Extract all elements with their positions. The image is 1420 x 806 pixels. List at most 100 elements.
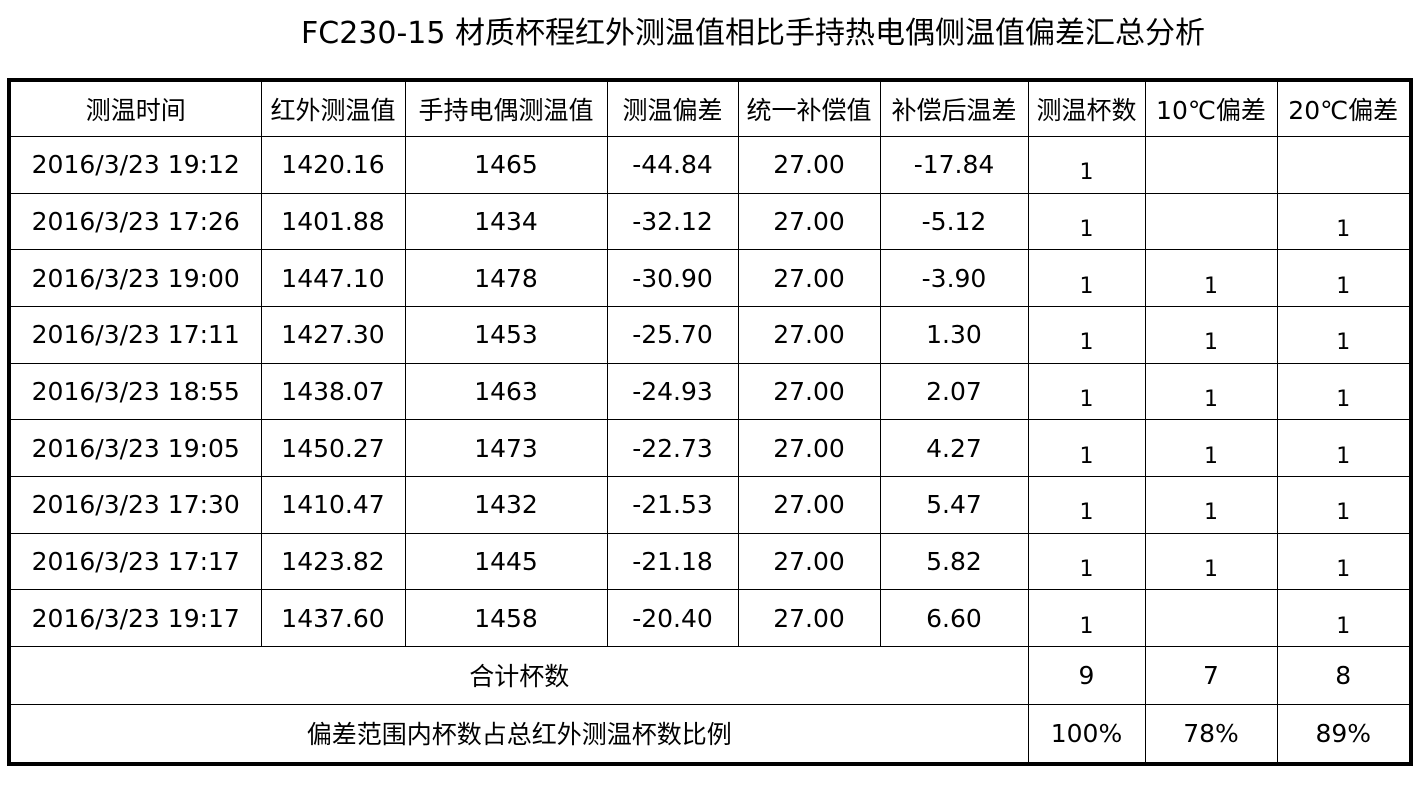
cup-count-cell-value: 1 — [1079, 443, 1094, 469]
header-cell: 测温时间 — [8, 79, 262, 138]
thermocouple-temp-cell: 1445 — [404, 532, 608, 591]
within-20c-cell: 1 — [1276, 249, 1412, 308]
compensated-diff-cell: -3.90 — [879, 249, 1029, 308]
deviation-cell: -21.18 — [606, 532, 739, 591]
within-20c-cell-value: 1 — [1336, 500, 1351, 526]
deviation-cell: -20.40 — [606, 589, 739, 648]
infrared-temp-cell: 1437.60 — [260, 589, 406, 648]
within-20c-cell-value: 1 — [1336, 557, 1351, 583]
infrared-temp-cell: 1423.82 — [260, 532, 406, 591]
thermocouple-temp-cell: 1465 — [404, 136, 608, 194]
within-10c-cell — [1144, 589, 1278, 648]
within-20c-cell: 1 — [1276, 192, 1412, 251]
table-row: 2016/3/23 19:12 1420.16 1465 -44.84 27.00 -17… — [8, 136, 1412, 194]
within-10c-cell: 1 — [1144, 419, 1278, 478]
cup-count-cell: 1 — [1027, 419, 1146, 478]
cup-count-cell: 1 — [1027, 249, 1146, 308]
compensated-diff-cell: 6.60 — [879, 589, 1029, 648]
deviation-cell: -30.90 — [606, 249, 739, 308]
thermocouple-temp-cell: 1453 — [404, 306, 608, 364]
measure-time-cell: 2016/3/23 19:12 — [8, 136, 262, 194]
ratio-20c: 89% — [1276, 703, 1412, 765]
header-cell: 补偿后温差 — [879, 79, 1029, 138]
total-cups: 9 — [1027, 646, 1146, 705]
measure-time-cell: 2016/3/23 19:17 — [8, 589, 262, 648]
within-10c-cell: 1 — [1144, 306, 1278, 364]
compensation-cell: 27.00 — [737, 419, 881, 478]
compensated-diff-cell: 4.27 — [879, 419, 1029, 478]
compensation-cell: 27.00 — [737, 136, 881, 194]
cup-count-cell-value: 1 — [1079, 557, 1094, 583]
measure-time-cell: 2016/3/23 19:05 — [8, 419, 262, 478]
measure-time-cell: 2016/3/23 17:17 — [8, 532, 262, 591]
compensated-diff-cell: 5.82 — [879, 532, 1029, 591]
within-20c-cell-value: 1 — [1336, 613, 1351, 639]
infrared-temp-cell: 1427.30 — [260, 306, 406, 364]
compensated-diff-cell: 1.30 — [879, 306, 1029, 364]
within-10c-cell: 1 — [1144, 532, 1278, 591]
infrared-temp-cell: 1447.10 — [260, 249, 406, 308]
compensation-cell: 27.00 — [737, 192, 881, 251]
within-20c-cell — [1276, 136, 1412, 194]
compensation-cell: 27.00 — [737, 249, 881, 308]
thermocouple-temp-cell: 1463 — [404, 362, 608, 421]
deviation-cell: -22.73 — [606, 419, 739, 478]
compensation-cell: 27.00 — [737, 362, 881, 421]
deviation-cell: -25.70 — [606, 306, 739, 364]
ratio-10c: 78% — [1144, 703, 1278, 765]
cup-count-cell-value: 1 — [1079, 273, 1094, 299]
within-20c-cell: 1 — [1276, 589, 1412, 648]
cup-count-cell-value: 1 — [1079, 500, 1094, 526]
header-row: 测温时间 红外测温值 手持电偶测温值 测温偏差 统一补偿值 补偿后温差 测温杯数… — [8, 79, 1412, 138]
total-10c: 7 — [1144, 646, 1278, 705]
total-label: 合计杯数 — [8, 646, 1029, 705]
compensation-cell: 27.00 — [737, 589, 881, 648]
deviation-cell: -24.93 — [606, 362, 739, 421]
thermocouple-temp-cell: 1432 — [404, 476, 608, 534]
within-10c-cell: 1 — [1144, 362, 1278, 421]
table-row: 2016/3/23 19:17 1437.60 1458 -20.40 27.00 6.6… — [8, 589, 1412, 648]
header-cell: 20℃偏差 — [1276, 79, 1412, 138]
total-row: 合计杯数 9 7 8 — [8, 646, 1412, 705]
within-10c-cell-value: 1 — [1204, 443, 1218, 469]
cup-count-cell: 1 — [1027, 136, 1146, 194]
header-cell: 测温杯数 — [1027, 79, 1146, 138]
header-cell: 测温偏差 — [606, 79, 739, 138]
within-10c-cell-value: 1 — [1204, 387, 1218, 413]
ratio-row: 偏差范围内杯数占总红外测温杯数比例 100% 78% 89% — [8, 703, 1412, 765]
cup-count-cell-value: 1 — [1079, 387, 1094, 413]
cup-count-cell-value: 1 — [1079, 217, 1094, 243]
infrared-temp-cell: 1420.16 — [260, 136, 406, 194]
thermocouple-temp-cell: 1434 — [404, 192, 608, 251]
within-20c-cell: 1 — [1276, 362, 1412, 421]
within-20c-cell: 1 — [1276, 306, 1412, 364]
table-row: 2016/3/23 17:26 1401.88 1434 -32.12 27.00 -5.… — [8, 192, 1412, 251]
within-10c-cell — [1144, 136, 1278, 194]
measure-time-cell: 2016/3/23 19:00 — [8, 249, 262, 308]
header-cell: 手持电偶测温值 — [404, 79, 608, 138]
within-20c-cell: 1 — [1276, 532, 1412, 591]
infrared-temp-cell: 1450.27 — [260, 419, 406, 478]
measure-time-cell: 2016/3/23 18:55 — [8, 362, 262, 421]
thermocouple-temp-cell: 1478 — [404, 249, 608, 308]
infrared-temp-cell: 1401.88 — [260, 192, 406, 251]
within-20c-cell-value: 1 — [1336, 273, 1351, 299]
compensation-cell: 27.00 — [737, 532, 881, 591]
deviation-cell: -44.84 — [606, 136, 739, 194]
within-20c-cell-value: 1 — [1336, 330, 1351, 356]
table-row: 2016/3/23 19:05 1450.27 1473 -22.73 27.00 4.2… — [8, 419, 1412, 478]
within-20c-cell: 1 — [1276, 419, 1412, 478]
header-cell: 统一补偿值 — [737, 79, 881, 138]
measure-time-cell: 2016/3/23 17:30 — [8, 476, 262, 534]
within-20c-cell: 1 — [1276, 476, 1412, 534]
compensated-diff-cell: -5.12 — [879, 192, 1029, 251]
infrared-temp-cell: 1410.47 — [260, 476, 406, 534]
page-title: FC230-15 材质杯程红外测温值相比手持热电偶侧温值偏差汇总分析 — [301, 16, 1205, 51]
within-10c-cell: 1 — [1144, 476, 1278, 534]
within-10c-cell-value: 1 — [1204, 273, 1218, 299]
ratio-label: 偏差范围内杯数占总红外测温杯数比例 — [8, 703, 1029, 765]
compensated-diff-cell: 5.47 — [879, 476, 1029, 534]
cup-count-cell: 1 — [1027, 192, 1146, 251]
table-row: 2016/3/23 17:11 1427.30 1453 -25.70 27.00 1.3… — [8, 306, 1412, 364]
compensated-diff-cell: 2.07 — [879, 362, 1029, 421]
